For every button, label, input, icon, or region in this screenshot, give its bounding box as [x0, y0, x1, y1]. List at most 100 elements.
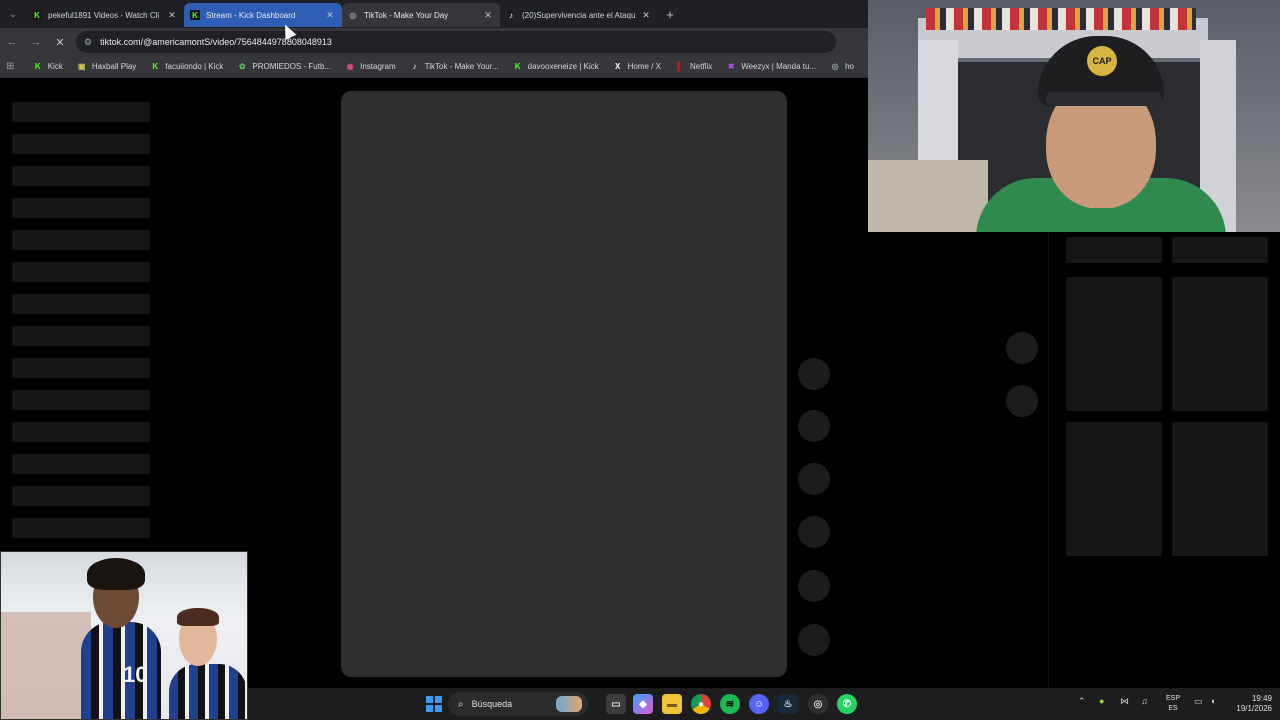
- volume-icon[interactable]: ◖: [1210, 696, 1215, 706]
- grid-skeleton-item: [1172, 422, 1268, 556]
- bookmark-tiktok[interactable]: ♪ TikTok - Make Your...: [410, 62, 499, 72]
- bookmark-promiedos[interactable]: ✿ PROMIEDOS - Futb...: [237, 62, 331, 72]
- sidebar-skeleton-item: [12, 262, 150, 282]
- windows-start-icon[interactable]: [426, 696, 442, 712]
- close-icon[interactable]: ✕: [640, 10, 652, 21]
- display-icon[interactable]: ▭: [1194, 696, 1203, 707]
- player-jersey: [81, 622, 161, 719]
- discord-icon[interactable]: ☺: [749, 694, 769, 714]
- comment-button-skeleton[interactable]: [798, 410, 830, 442]
- browser-tab-strip: ⌄ K pekeful1891 Videos - Watch Cli ✕ K S…: [0, 0, 868, 28]
- whatsapp-icon[interactable]: ✆: [837, 694, 857, 714]
- taskbar-search[interactable]: ⌕ Búsqueda: [448, 692, 588, 716]
- bookmark-x[interactable]: X Home / X: [613, 62, 661, 72]
- nav-down-skeleton[interactable]: [1006, 385, 1038, 417]
- grid-skeleton-item: [1066, 422, 1162, 556]
- tab-supervivencia[interactable]: ♪ (20)Supervivencia ante el Ataqu ✕: [500, 3, 658, 27]
- sidebar-skeleton-item: [12, 390, 150, 410]
- close-icon[interactable]: ✕: [166, 10, 178, 21]
- sidebar-skeleton-item: [12, 166, 150, 186]
- bookmark-haxball[interactable]: ▣ Haxball Play: [77, 62, 136, 72]
- tab-search-icon[interactable]: ⌄: [0, 0, 26, 28]
- sidebar-skeleton-item: [12, 102, 150, 122]
- sidebar-skeleton-item: [12, 486, 150, 506]
- bookmark-davooxeneize[interactable]: Kdavooxeneize | Kick: [513, 62, 599, 72]
- promiedos-icon: ✿: [239, 62, 246, 71]
- forward-arrow-icon[interactable]: →: [24, 28, 48, 56]
- new-tab-button[interactable]: +: [660, 7, 680, 22]
- tab-title: pekeful1891 Videos - Watch Cli: [48, 10, 160, 20]
- share-button-skeleton[interactable]: [798, 516, 830, 548]
- close-icon[interactable]: ✕: [324, 10, 336, 21]
- netflix-icon: ▌: [677, 62, 683, 71]
- network-icon[interactable]: ⋈: [1120, 696, 1129, 707]
- back-arrow-icon[interactable]: ←: [0, 28, 24, 56]
- bookmarks-bar: ⊞ K Kick ▣ Haxball Play Kfacuiiondo | Kick…: [0, 56, 868, 78]
- file-explorer-icon[interactable]: ▬: [662, 694, 682, 714]
- save-button-skeleton[interactable]: [798, 463, 830, 495]
- sidebar-skeleton-item: [12, 134, 150, 154]
- search-label: Búsqueda: [471, 699, 513, 709]
- apps-grid-icon[interactable]: ⊞: [6, 61, 19, 72]
- kick-icon: K: [34, 62, 41, 71]
- show-hidden-icons-icon[interactable]: ⌃: [1078, 696, 1086, 707]
- kick-icon: K: [152, 62, 159, 71]
- divider: [1048, 229, 1049, 688]
- cap-logo: CAP: [1087, 46, 1117, 76]
- address-input[interactable]: ⚙ tiktok.com/@americamontS/video/7564844…: [76, 31, 836, 53]
- haxball-icon: ▣: [78, 62, 86, 71]
- bookmark-ho[interactable]: ◎ ho: [830, 62, 854, 72]
- grid-skeleton-item: [1066, 277, 1162, 411]
- screen: ⌄ K pekeful1891 Videos - Watch Cli ✕ K S…: [0, 0, 1280, 720]
- copilot-icon[interactable]: ◆: [633, 694, 653, 714]
- clock[interactable]: 19:49 19/1/2026: [1226, 694, 1272, 714]
- tab-title: TikTok - Make Your Day: [364, 10, 449, 20]
- bookmark-kick[interactable]: K Kick: [33, 62, 63, 72]
- globe-icon: ◎: [831, 62, 839, 71]
- tab-kick-videos[interactable]: K pekeful1891 Videos - Watch Cli ✕: [26, 3, 184, 27]
- stop-icon[interactable]: ✕: [48, 28, 72, 56]
- sidebar-skeleton-item: [12, 454, 150, 474]
- instagram-icon: ◉: [346, 62, 354, 71]
- site-info-icon[interactable]: ⚙: [84, 37, 92, 48]
- kick-icon: K: [514, 62, 521, 71]
- language-indicator[interactable]: ESP ES: [1166, 694, 1180, 714]
- nav-up-skeleton[interactable]: [1006, 332, 1038, 364]
- tab-tiktok[interactable]: ◎ TikTok - Make Your Day ✕: [342, 3, 500, 27]
- tiktok-icon: ♪: [412, 62, 417, 71]
- spotify-icon[interactable]: ≋: [720, 694, 740, 714]
- bookmark-netflix[interactable]: ▌ Netflix: [675, 62, 712, 72]
- bookmark-weezyx[interactable]: ✖ Weezyx | Manda tu...: [726, 62, 816, 72]
- more-button-skeleton[interactable]: [798, 624, 830, 656]
- address-text: tiktok.com/@americamontS/video/756484497…: [100, 37, 332, 47]
- search-highlight-icon: [556, 696, 582, 712]
- sidebar-skeleton-item: [12, 326, 150, 346]
- tab-kick-dashboard[interactable]: K Stream - Kick Dashboard ✕: [184, 3, 342, 27]
- footballer-image-overlay: 10: [0, 551, 248, 720]
- bookmark-instagram[interactable]: ◉ Instagram: [345, 62, 396, 72]
- steam-icon[interactable]: ♨: [778, 694, 798, 714]
- kick-icon: K: [32, 10, 42, 20]
- close-icon[interactable]: ✕: [482, 10, 494, 21]
- sidebar-skeleton-item: [12, 294, 150, 314]
- sidebar-skeleton-item: [12, 198, 150, 218]
- microphone-icon[interactable]: ♫: [1141, 696, 1148, 706]
- tray-app-icon[interactable]: ●: [1099, 696, 1104, 706]
- grid-skeleton-item: [1066, 237, 1162, 263]
- tiktok-icon: ♪: [509, 10, 513, 20]
- video-player-skeleton[interactable]: [341, 91, 787, 677]
- chrome-icon[interactable]: ●: [691, 694, 711, 714]
- time-text: 19:49: [1251, 694, 1272, 703]
- tab-title: Stream - Kick Dashboard: [206, 10, 296, 20]
- weezyx-icon: ✖: [727, 62, 735, 71]
- like-button-skeleton[interactable]: [798, 358, 830, 390]
- date-text: 19/1/2026: [1236, 704, 1272, 713]
- music-button-skeleton[interactable]: [798, 570, 830, 602]
- address-toolbar: ← → ✕ ⚙ tiktok.com/@americamontS/video/7…: [0, 28, 868, 56]
- obs-icon[interactable]: ◎: [808, 694, 828, 714]
- globe-icon: ◎: [349, 10, 357, 20]
- bookmark-facuiiondo[interactable]: Kfacuiiondo | Kick: [150, 62, 223, 72]
- file-viewer-icon[interactable]: ▭: [606, 694, 626, 714]
- grid-skeleton-item: [1172, 277, 1268, 411]
- x-icon: X: [614, 62, 621, 71]
